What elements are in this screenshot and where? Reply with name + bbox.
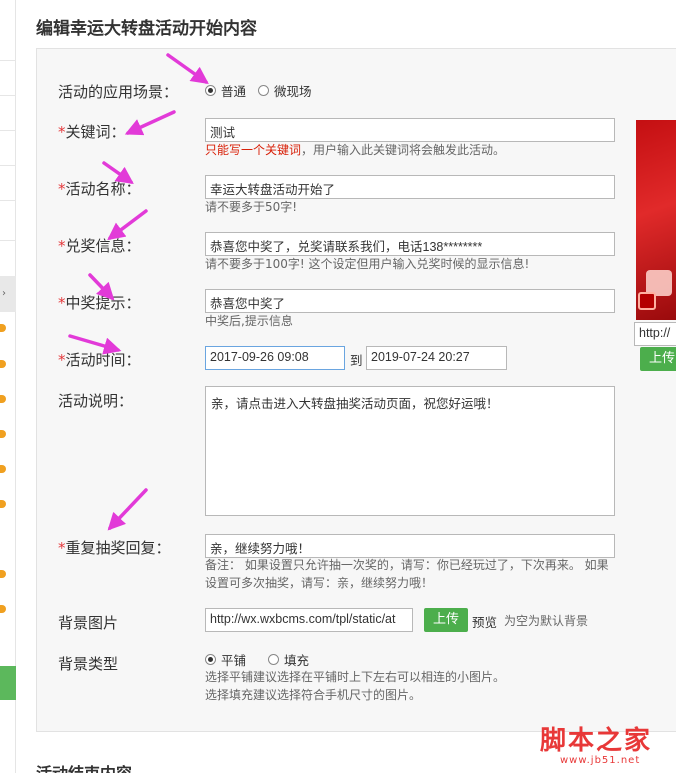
sidebar-divider	[0, 240, 16, 241]
win-tip-input[interactable]: 恭喜您中奖了	[205, 289, 615, 313]
start-time-input[interactable]: 2017-09-26 09:08	[205, 346, 345, 370]
wheel-preview-image	[636, 120, 676, 320]
end-content-section-title: 活动结束内容	[36, 760, 132, 773]
badge-dot-icon	[0, 395, 6, 403]
sidebar-divider	[0, 95, 16, 96]
scene-radio-group: 普通 微现场	[205, 81, 324, 100]
side-url-input[interactable]: http://	[634, 322, 676, 346]
repeat-reply-hint-line1: 备注： 如果设置只允许抽一次奖的，请写：你已经玩过了，下次再来。 如果	[205, 558, 609, 572]
required-mark: *	[58, 237, 66, 255]
repeat-reply-label: *重复抽奖回复：	[58, 537, 171, 558]
bg-type-radio-tile[interactable]	[205, 654, 216, 665]
activity-name-input[interactable]: 幸运大转盘活动开始了	[205, 175, 615, 199]
prize-label-text: 兑奖信息：	[65, 237, 141, 255]
scene-option-normal[interactable]: 普通	[221, 81, 246, 100]
bg-type-radio-fill[interactable]	[268, 654, 280, 665]
description-label: 活动说明：	[58, 392, 134, 410]
sidebar-divider	[0, 60, 16, 61]
description-textarea[interactable]: 亲，请点击进入大转盘抽奖活动页面，祝您好运哦！	[205, 386, 615, 516]
required-mark: *	[58, 294, 66, 312]
chevron-right-icon: ›	[2, 288, 6, 299]
sidebar-divider	[0, 130, 16, 131]
sidebar-item-active[interactable]: ›	[0, 276, 16, 312]
bg-type-radio-group: 平铺 填充	[205, 650, 321, 669]
site-watermark: 脚本之家 www.jb51.net	[540, 720, 652, 766]
keyword-hint: 只能写一个关键词，用户输入此关键词将会触发此活动。	[205, 141, 505, 159]
bg-image-url-input[interactable]: http://wx.wxbcms.com/tpl/static/at	[205, 608, 413, 632]
name-label-text: 活动名称：	[65, 180, 141, 198]
scene-label: 活动的应用场景：	[58, 83, 179, 101]
sidebar-divider	[0, 165, 16, 166]
keyword-hint-highlight: 只能写一个关键词	[205, 143, 302, 157]
bg-type-option-tile[interactable]: 平铺	[221, 650, 246, 669]
win-tip-label: *中奖提示：	[58, 292, 141, 313]
prize-hint: 请不要多于100字! 这个设定但用户输入兑奖时候的显示信息!	[205, 257, 530, 271]
prize-label: *兑奖信息：	[58, 235, 141, 256]
time-label: *活动时间：	[58, 349, 141, 370]
time-range-separator: 到	[350, 353, 363, 368]
badge-dot-icon	[0, 430, 6, 438]
scene-radio-micro[interactable]	[258, 85, 270, 96]
name-label: *活动名称：	[58, 178, 141, 199]
repeat-reply-input[interactable]: 亲，继续努力哦！	[205, 534, 615, 558]
repeat-reply-hint-line2: 设置可多次抽奖，请写：亲，继续努力哦！	[205, 576, 434, 590]
bg-type-option-fill[interactable]: 填充	[284, 650, 309, 669]
badge-dot-icon	[0, 605, 6, 613]
bg-preview-link[interactable]: 预览	[472, 612, 497, 631]
keyword-label: *关键词：	[58, 121, 126, 142]
gift-box-icon	[638, 292, 656, 310]
bg-upload-button[interactable]: 上传	[424, 608, 468, 632]
page-title: 编辑幸运大转盘活动开始内容	[36, 19, 257, 39]
sidebar-green-tab[interactable]	[0, 666, 16, 700]
name-hint: 请不要多于50字!	[205, 200, 298, 214]
bg-type-hint-line1: 选择平铺建议选择在平铺时上下左右可以相连的小图片。	[205, 670, 506, 684]
badge-dot-icon	[0, 360, 6, 368]
keyword-label-text: 关键词：	[65, 123, 126, 141]
sidebar-divider	[0, 200, 16, 201]
bg-default-hint: 为空为默认背景	[504, 614, 589, 628]
time-label-text: 活动时间：	[65, 351, 141, 369]
watermark-url-text: www.jb51.net	[560, 755, 641, 766]
win-tip-hint: 中奖后,提示信息	[205, 314, 293, 328]
scene-radio-normal[interactable]	[205, 85, 216, 96]
badge-dot-icon	[0, 500, 6, 508]
end-time-input[interactable]: 2019-07-24 20:27	[366, 346, 507, 370]
bg-type-label: 背景类型	[58, 655, 119, 673]
badge-dot-icon	[0, 324, 6, 332]
repeat-reply-label-text: 重复抽奖回复：	[65, 539, 171, 557]
required-mark: *	[58, 539, 66, 557]
side-upload-button[interactable]: 上传	[640, 347, 676, 371]
win-tip-label-text: 中奖提示：	[65, 294, 141, 312]
bg-image-label: 背景图片	[58, 614, 119, 632]
keyword-hint-text: ，用户输入此关键词将会触发此活动。	[301, 143, 506, 157]
required-mark: *	[58, 123, 66, 141]
required-mark: *	[58, 351, 66, 369]
badge-dot-icon	[0, 570, 6, 578]
required-mark: *	[58, 180, 66, 198]
scene-option-micro[interactable]: 微现场	[274, 81, 312, 100]
prize-info-input[interactable]: 恭喜您中奖了，兑奖请联系我们，电话138********	[205, 232, 615, 256]
left-sidebar-strip: ›	[0, 0, 16, 773]
badge-dot-icon	[0, 465, 6, 473]
watermark-main-text: 脚本之家	[540, 726, 653, 756]
bg-type-hint-line2: 选择填充建议选择符合手机尺寸的图片。	[205, 688, 422, 702]
keyword-input[interactable]: 测试	[205, 118, 615, 142]
